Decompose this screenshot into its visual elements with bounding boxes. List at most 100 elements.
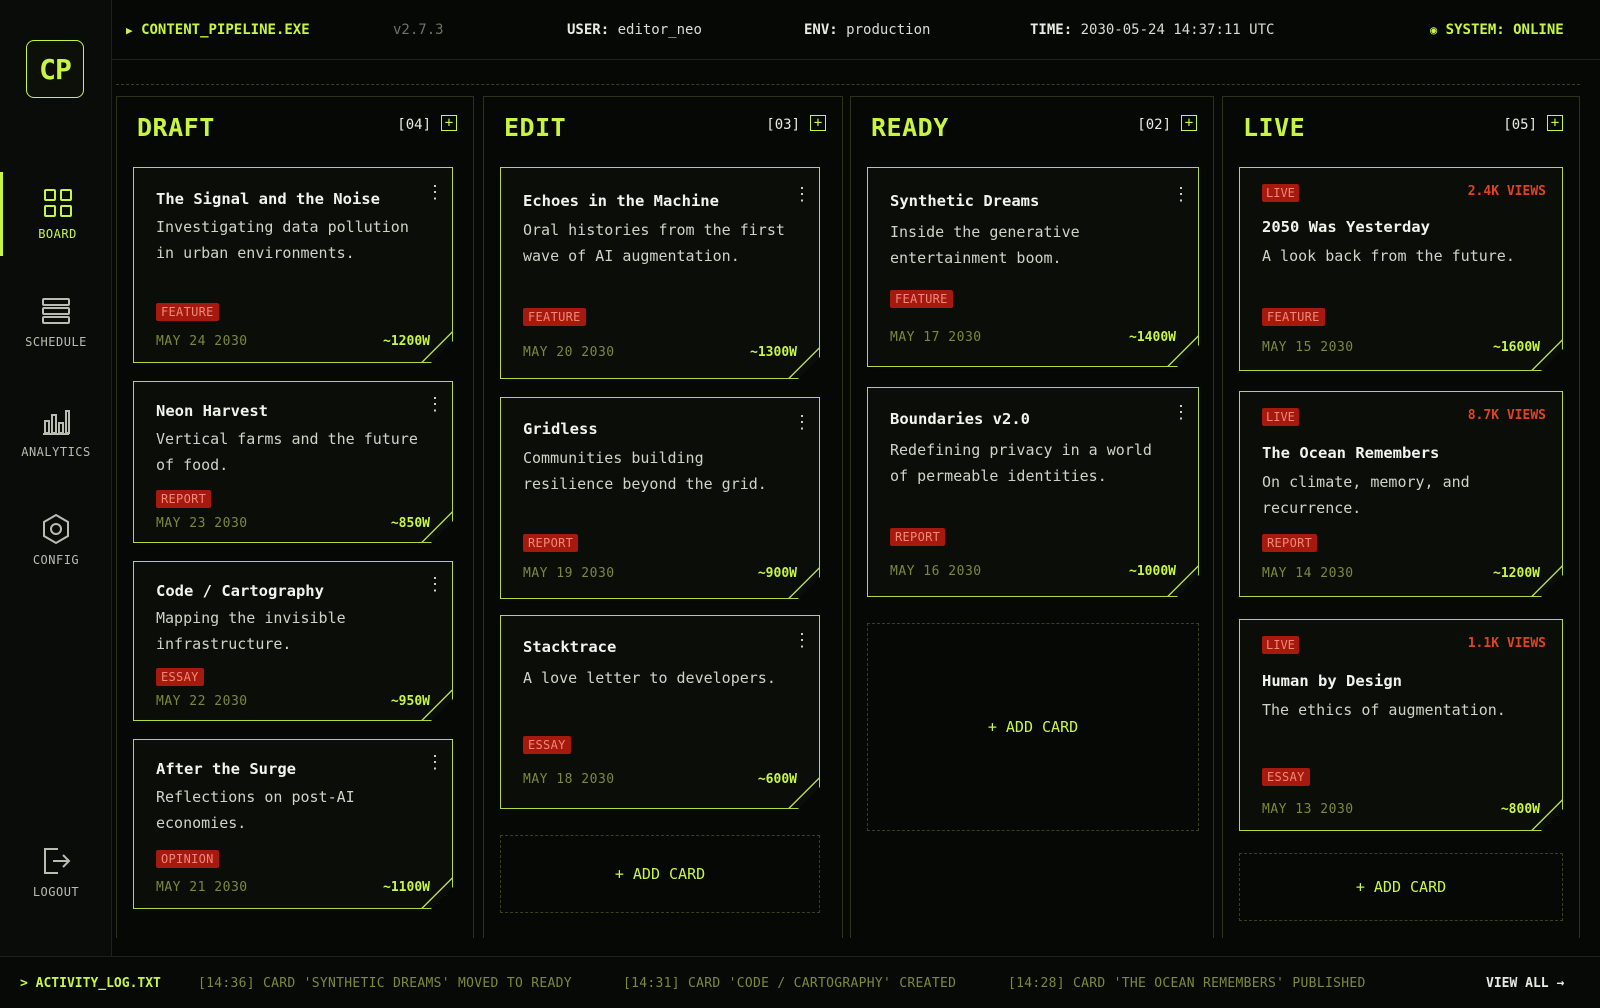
view-count: 1.1K VIEWS — [1467, 636, 1546, 651]
card-word-count: ~1000W — [1129, 564, 1176, 579]
card-word-count: ~1200W — [383, 334, 430, 349]
card-date: MAY 17 2030 — [890, 330, 982, 345]
card-description: Reflections on post-AI economies. — [156, 788, 355, 832]
card-description: Redefining privacy in a world of permeab… — [890, 441, 1152, 485]
nav-board[interactable]: BOARD — [0, 172, 112, 256]
column-title: READY — [871, 113, 949, 142]
app-logo[interactable]: CP — [26, 40, 84, 98]
view-count: 2.4K VIEWS — [1467, 184, 1546, 199]
top-bar: ▶ CONTENT_PIPELINE.EXE v2.7.3 USER: edit… — [112, 0, 1600, 60]
env-info: ENV: production — [804, 22, 930, 38]
card[interactable]: Stacktrace ⋮ A love letter to developers… — [500, 615, 820, 809]
card-description: On climate, memory, and recurrence. — [1262, 473, 1470, 517]
app-name: CONTENT_PIPELINE.EXE — [141, 22, 310, 38]
column-title: LIVE — [1243, 113, 1306, 142]
card-description: Communities building resilience beyond t… — [523, 449, 767, 493]
kebab-menu-icon[interactable]: ⋮ — [426, 402, 434, 408]
nav-logout[interactable]: LOGOUT — [0, 830, 112, 914]
card-date: MAY 13 2030 — [1262, 802, 1354, 817]
kebab-menu-icon[interactable]: ⋮ — [1172, 410, 1180, 416]
plus-box-icon[interactable]: + — [810, 115, 826, 131]
card-word-count: ~950W — [390, 694, 430, 709]
card-date: MAY 16 2030 — [890, 564, 982, 579]
card-tag: FEATURE — [156, 303, 219, 321]
card-word-count: ~850W — [390, 516, 430, 531]
grid-icon — [43, 189, 72, 217]
column-title: EDIT — [504, 113, 567, 142]
column-count: [04] — [397, 117, 431, 133]
card-date: MAY 20 2030 — [523, 345, 615, 360]
card[interactable]: Echoes in the Machine ⋮ Oral histories f… — [500, 167, 820, 379]
card[interactable]: Code / Cartography ⋮ Mapping the invisib… — [133, 561, 453, 721]
kebab-menu-icon[interactable]: ⋮ — [793, 420, 801, 426]
kebab-menu-icon[interactable]: ⋮ — [426, 582, 434, 588]
card[interactable]: LIVE 2.4K VIEWS 2050 Was Yesterday A loo… — [1239, 167, 1563, 371]
card-tag: REPORT — [523, 534, 578, 552]
plus-box-icon[interactable]: + — [1547, 115, 1563, 131]
nav-analytics-label: ANALYTICS — [21, 445, 91, 459]
plus-box-icon[interactable]: + — [441, 115, 457, 131]
card-title: The Ocean Remembers — [1262, 444, 1440, 462]
user-key: USER: — [567, 22, 610, 38]
kebab-menu-icon[interactable]: ⋮ — [426, 760, 434, 766]
live-badge: LIVE — [1262, 184, 1299, 202]
card-tag: ESSAY — [523, 736, 571, 754]
column-draft: DRAFT [04] + The Signal and the Noise ⋮ … — [116, 96, 474, 938]
card[interactable]: Synthetic Dreams ⋮ Inside the generative… — [867, 167, 1199, 367]
card-title: Neon Harvest — [156, 402, 268, 420]
card[interactable]: The Signal and the Noise ⋮ Investigating… — [133, 167, 453, 363]
column-live: LIVE [05] + LIVE 2.4K VIEWS 2050 Was Yes… — [1222, 96, 1580, 938]
card-tag: REPORT — [1262, 534, 1317, 552]
kebab-menu-icon[interactable]: ⋮ — [793, 192, 801, 198]
live-badge: LIVE — [1262, 636, 1299, 654]
card[interactable]: LIVE 1.1K VIEWS Human by Design The ethi… — [1239, 619, 1563, 831]
card-tag: ESSAY — [1262, 768, 1310, 786]
nav-board-label: BOARD — [38, 227, 77, 241]
user-info: USER: editor_neo — [567, 22, 702, 38]
app-title: ▶ CONTENT_PIPELINE.EXE — [126, 22, 310, 38]
gear-icon — [43, 513, 69, 545]
column-ready: READY [02] + Synthetic Dreams ⋮ Inside t… — [850, 96, 1214, 938]
env-value: production — [846, 22, 931, 38]
card-word-count: ~900W — [757, 566, 797, 581]
card[interactable]: Gridless ⋮ Communities building resilien… — [500, 397, 820, 599]
view-count: 8.7K VIEWS — [1467, 408, 1546, 423]
card-word-count: ~1300W — [750, 345, 797, 360]
view-all-link[interactable]: VIEW ALL → — [1486, 976, 1564, 991]
kebab-menu-icon[interactable]: ⋮ — [1172, 192, 1180, 198]
card-date: MAY 18 2030 — [523, 772, 615, 787]
column-count: [05] — [1503, 117, 1537, 133]
time-info: TIME: 2030-05-24 14:37:11 UTC — [1030, 22, 1274, 38]
card-title: 2050 Was Yesterday — [1262, 218, 1430, 236]
log-entry: [14:31] CARD 'CODE / CARTOGRAPHY' CREATE… — [623, 976, 957, 991]
nav-analytics[interactable]: ANALYTICS — [0, 390, 112, 474]
nav-schedule-label: SCHEDULE — [25, 335, 87, 349]
card-title: Human by Design — [1262, 672, 1402, 690]
card-description: The ethics of augmentation. — [1262, 701, 1506, 719]
add-card-button[interactable]: + ADD CARD — [867, 623, 1199, 831]
kebab-menu-icon[interactable]: ⋮ — [793, 638, 801, 644]
add-card-button[interactable]: + ADD CARD — [1239, 853, 1563, 921]
log-entry: [14:36] CARD 'SYNTHETIC DREAMS' MOVED TO… — [198, 976, 572, 991]
card-date: MAY 14 2030 — [1262, 566, 1354, 581]
card-date: MAY 22 2030 — [156, 694, 248, 709]
plus-box-icon[interactable]: + — [1181, 115, 1197, 131]
card-word-count: ~1400W — [1129, 330, 1176, 345]
card-tag: FEATURE — [523, 308, 586, 326]
card[interactable]: After the Surge ⋮ Reflections on post-AI… — [133, 739, 453, 909]
card-title: Stacktrace — [523, 638, 617, 656]
bar-chart-icon — [43, 410, 70, 435]
card-description: Investigating data pollution in urban en… — [156, 218, 409, 262]
card-word-count: ~600W — [757, 772, 797, 787]
column-edit: EDIT [03] + Echoes in the Machine ⋮ Oral… — [483, 96, 843, 938]
kebab-menu-icon[interactable]: ⋮ — [426, 190, 434, 196]
card-description: A love letter to developers. — [523, 669, 776, 687]
card[interactable]: Neon Harvest ⋮ Vertical farms and the fu… — [133, 381, 453, 543]
add-card-button[interactable]: + ADD CARD — [500, 835, 820, 913]
card-date: MAY 19 2030 — [523, 566, 615, 581]
nav-config[interactable]: CONFIG — [0, 498, 112, 582]
system-status-text: SYSTEM: ONLINE — [1445, 22, 1564, 38]
card[interactable]: Boundaries v2.0 ⋮ Redefining privacy in … — [867, 387, 1199, 597]
nav-schedule[interactable]: SCHEDULE — [0, 280, 112, 364]
card[interactable]: LIVE 8.7K VIEWS The Ocean Remembers On c… — [1239, 391, 1563, 597]
